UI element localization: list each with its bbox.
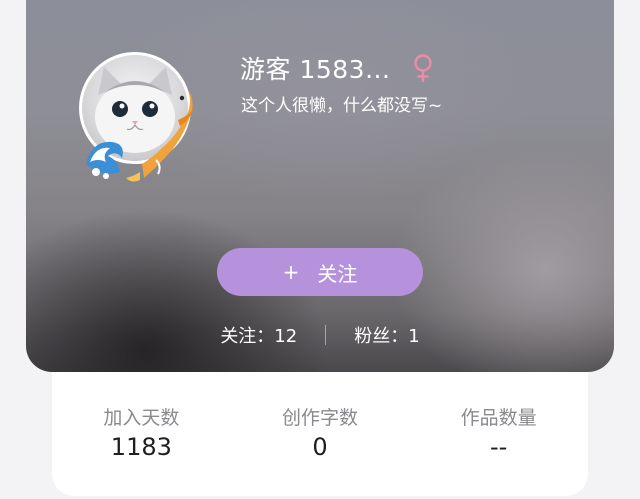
stat-join-days: 加入天数 1183: [52, 406, 231, 462]
username-row: 游客 1583...: [240, 50, 434, 86]
follow-button[interactable]: + 关注: [217, 248, 423, 296]
followers-count[interactable]: 粉丝：1: [354, 322, 419, 348]
avatar[interactable]: [79, 52, 191, 164]
stat-label: 作品数量: [460, 407, 537, 429]
following-count[interactable]: 关注：12: [220, 322, 297, 348]
stat-value: 0: [312, 433, 328, 461]
username: 游客 1583...: [240, 55, 391, 84]
divider: [325, 325, 327, 345]
stat-value: --: [490, 433, 508, 461]
stat-word-count: 创作字数 0: [231, 406, 410, 462]
follow-counts: 关注：12 粉丝：1: [26, 320, 614, 350]
cat-avatar-icon: [95, 67, 175, 153]
stat-label: 创作字数: [282, 407, 359, 429]
stat-works-count: 作品数量 --: [409, 406, 588, 462]
stats-row: 加入天数 1183 创作字数 0 作品数量 --: [52, 406, 588, 462]
bio-text: 这个人很懒，什么都没写~: [241, 96, 443, 116]
female-icon: [414, 54, 433, 82]
follow-button-label: 关注: [317, 261, 358, 286]
stat-label: 加入天数: [103, 407, 180, 429]
plus-icon: +: [282, 260, 300, 284]
stat-value: 1183: [110, 433, 172, 461]
profile-page: 加入天数 1183 创作字数 0 作品数量 -- 游客 1583... 这个人很…: [0, 0, 640, 499]
profile-header: 游客 1583... 这个人很懒，什么都没写~ + 关注 关注：12 粉丝：1: [26, 0, 614, 372]
